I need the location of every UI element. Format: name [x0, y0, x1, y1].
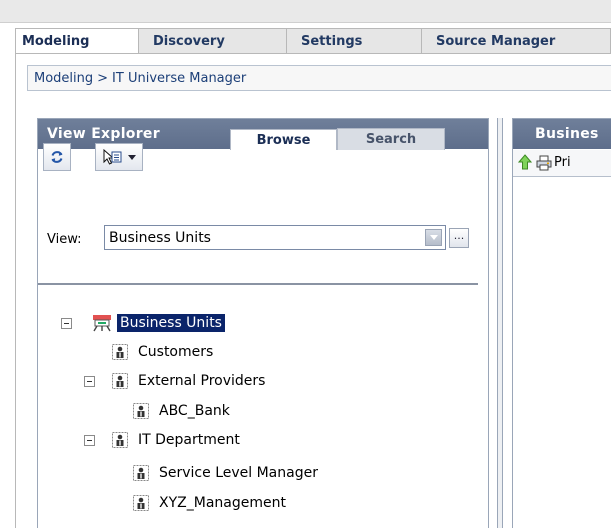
- chevron-down-icon: [128, 154, 136, 160]
- tree-node-xyz-management[interactable]: XYZ_Management: [131, 493, 286, 513]
- business-unit-icon: [131, 402, 151, 420]
- collapse-external-providers[interactable]: [84, 376, 95, 387]
- tree-label: IT Department: [138, 432, 240, 448]
- breadcrumb-current: IT Universe Manager: [112, 70, 247, 86]
- breadcrumb-separator: >: [97, 70, 109, 86]
- tab-settings[interactable]: Settings: [287, 28, 422, 54]
- refresh-icon: [51, 151, 63, 163]
- chevron-down-icon: [429, 235, 438, 240]
- up-arrow-icon[interactable]: [517, 154, 533, 174]
- action-menu-button[interactable]: [95, 143, 143, 171]
- tab-search[interactable]: Search: [337, 128, 445, 150]
- business-panel: Busines Pri: [512, 118, 611, 528]
- tab-source-manager[interactable]: Source Manager: [422, 28, 611, 54]
- print-label[interactable]: Pri: [554, 155, 571, 170]
- business-unit-icon: [110, 343, 130, 361]
- tree-label: Business Units: [117, 314, 225, 332]
- tree-label: Service Level Manager: [159, 465, 318, 481]
- tree-label: External Providers: [138, 373, 266, 389]
- business-unit-icon: [131, 494, 151, 512]
- tree-node-service-level-manager[interactable]: Service Level Manager: [131, 463, 318, 483]
- refresh-button[interactable]: [43, 143, 71, 171]
- tree-node-it-department[interactable]: IT Department: [110, 430, 240, 450]
- business-unit-icon: [110, 431, 130, 449]
- main-tabs: Modeling Discovery Settings Source Manag…: [15, 28, 611, 54]
- business-units-icon: [92, 314, 112, 332]
- business-unit-icon: [110, 372, 130, 390]
- tab-modeling[interactable]: Modeling: [15, 28, 139, 54]
- browse-views-button[interactable]: ...: [449, 228, 469, 248]
- tab-discovery[interactable]: Discovery: [139, 28, 287, 54]
- tree-label: Customers: [138, 344, 214, 360]
- panel-splitter[interactable]: [497, 118, 503, 528]
- tree-node-business-units[interactable]: Business Units: [92, 313, 225, 333]
- tree-node-customers[interactable]: Customers: [110, 342, 213, 362]
- business-panel-header: Busines: [513, 119, 611, 149]
- view-explorer-title: View Explorer: [47, 126, 160, 142]
- view-select[interactable]: Business Units: [104, 225, 446, 250]
- view-label: View:: [47, 232, 82, 247]
- tab-browse[interactable]: Browse: [230, 129, 337, 150]
- tree-node-abc-bank[interactable]: ABC_Bank: [131, 401, 230, 421]
- collapse-business-units[interactable]: [61, 318, 72, 329]
- select-cursor-icon: [103, 149, 122, 165]
- breadcrumb-root[interactable]: Modeling: [34, 71, 93, 86]
- divider: [38, 283, 478, 285]
- printer-icon[interactable]: [536, 155, 552, 175]
- collapse-it-department[interactable]: [84, 435, 95, 446]
- tree-label: XYZ_Management: [159, 495, 286, 511]
- tree-label: ABC_Bank: [159, 403, 230, 419]
- view-select-value: Business Units: [109, 229, 211, 246]
- business-panel-title: Busines: [535, 126, 599, 142]
- business-unit-icon: [131, 464, 151, 482]
- breadcrumb: Modeling > IT Universe Manager: [27, 65, 611, 91]
- business-panel-toolbar: Pri: [513, 150, 611, 177]
- top-strip: [0, 0, 611, 23]
- tree-node-external-providers[interactable]: External Providers: [110, 371, 265, 391]
- dropdown-button[interactable]: [425, 229, 442, 246]
